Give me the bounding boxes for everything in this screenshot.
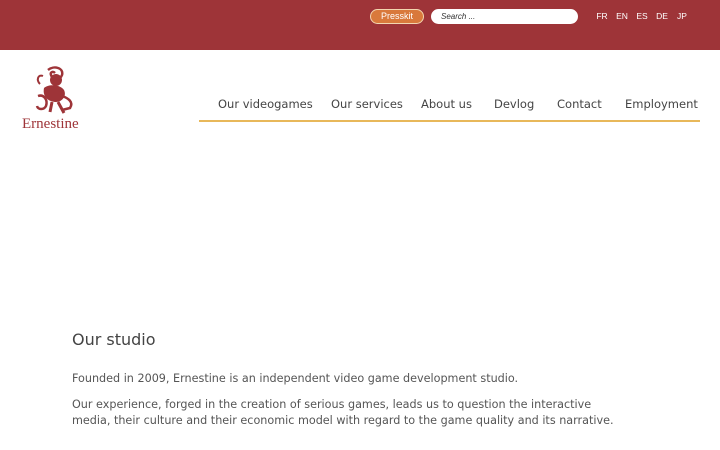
lang-fr[interactable]: FR xyxy=(592,11,612,21)
top-bar: Presskit FR EN ES DE JP xyxy=(0,0,720,50)
search-input[interactable] xyxy=(431,9,578,24)
nav-employment[interactable]: Employment xyxy=(625,97,698,111)
ernestine-mascot-icon xyxy=(35,66,73,114)
lang-es[interactable]: ES xyxy=(632,11,652,21)
brand-name: Ernestine xyxy=(22,116,79,132)
presskit-button[interactable]: Presskit xyxy=(370,9,424,24)
lang-en[interactable]: EN xyxy=(612,11,632,21)
nav-devlog[interactable]: Devlog xyxy=(494,97,534,111)
section-heading: Our studio xyxy=(72,330,156,349)
paragraph-experience: Our experience, forged in the creation o… xyxy=(72,398,614,427)
language-switcher: FR EN ES DE JP xyxy=(592,11,692,21)
studio-section: Our studio Founded in 2009, Ernestine is… xyxy=(72,330,632,439)
nav-about-us[interactable]: About us xyxy=(421,97,472,111)
nav-our-videogames[interactable]: Our videogames xyxy=(218,97,313,111)
nav-contact[interactable]: Contact xyxy=(557,97,602,111)
main-nav: Our videogames Our services About us Dev… xyxy=(199,92,700,122)
nav-our-services[interactable]: Our services xyxy=(331,97,403,111)
lang-jp[interactable]: JP xyxy=(672,11,692,21)
lang-de[interactable]: DE xyxy=(652,11,672,21)
paragraph-founded: Founded in 2009, Ernestine is an indepen… xyxy=(72,372,519,385)
site-logo[interactable]: Ernestine xyxy=(20,66,92,132)
